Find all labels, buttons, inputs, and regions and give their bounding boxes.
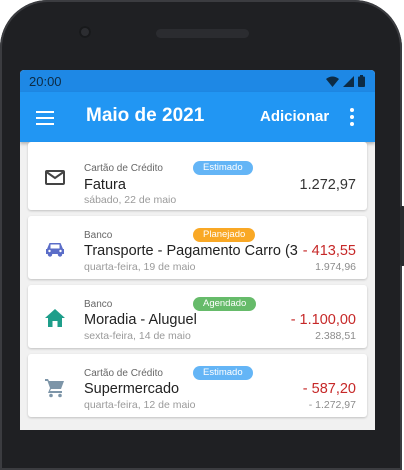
signal-icon [343, 75, 354, 87]
status-bar: 20:00 [20, 70, 375, 92]
status-icons [326, 75, 365, 87]
transaction-name: Fatura [84, 177, 126, 193]
transaction-date: quarta-feira, 12 de maio [84, 399, 196, 411]
transaction-balance: 2.388,51 [315, 330, 356, 342]
transaction-account: Banco [84, 299, 113, 310]
page-title: Maio de 2021 [86, 105, 205, 126]
app-bar: Maio de 2021 Adicionar [20, 92, 375, 142]
transaction-name: Transporte - Pagamento Carro (3 [84, 243, 298, 259]
transaction-date: sexta-feira, 14 de maio [84, 330, 191, 342]
wifi-icon [326, 76, 339, 87]
transaction-amount: - 1.100,00 [290, 312, 356, 328]
transaction-date: sábado, 22 de maio [84, 194, 177, 206]
add-button[interactable]: Adicionar [260, 108, 329, 125]
car-icon [46, 243, 64, 257]
transaction-balance: 1.974,96 [315, 261, 356, 273]
transaction-card[interactable]: Banco Agendado Moradia - Aluguel sexta-f… [28, 285, 367, 348]
status-time: 20:00 [29, 73, 62, 89]
transaction-account: Cartão de Crédito [84, 163, 163, 174]
status-badge: Planejado [193, 228, 256, 242]
battery-icon [358, 75, 365, 87]
speaker-grille [156, 29, 249, 38]
side-button [400, 206, 404, 266]
cart-icon [45, 379, 64, 398]
screen: 20:00 Maio de 2021 Adicionar Cartão de C… [20, 70, 375, 430]
transaction-list: Cartão de Crédito Estimado Fatura sábado… [20, 142, 375, 417]
status-badge: Estimado [193, 161, 253, 175]
transaction-amount: - 413,55 [302, 243, 356, 259]
transaction-amount: - 587,20 [302, 381, 356, 397]
menu-icon[interactable] [36, 111, 54, 125]
transaction-balance: - 1.272,97 [308, 399, 356, 411]
transaction-account: Cartão de Crédito [84, 368, 163, 379]
mail-icon [45, 170, 65, 185]
transaction-account: Banco [84, 230, 113, 241]
home-icon [45, 309, 65, 327]
transaction-date: quarta-feira, 19 de maio [84, 261, 196, 273]
phone-frame: 20:00 Maio de 2021 Adicionar Cartão de C… [0, 0, 404, 470]
transaction-card[interactable]: Cartão de Crédito Estimado Supermercado … [28, 354, 367, 417]
transaction-card[interactable]: Cartão de Crédito Estimado Fatura sábado… [28, 142, 367, 210]
camera [79, 26, 91, 38]
transaction-name: Supermercado [84, 381, 180, 397]
transaction-card[interactable]: Banco Planejado Transporte - Pagamento C… [28, 216, 367, 279]
transaction-amount: 1.272,97 [299, 177, 356, 193]
status-badge: Estimado [193, 366, 253, 380]
more-vert-icon[interactable] [350, 108, 354, 126]
transaction-name: Moradia - Aluguel [84, 312, 197, 328]
status-badge: Agendado [193, 297, 257, 311]
